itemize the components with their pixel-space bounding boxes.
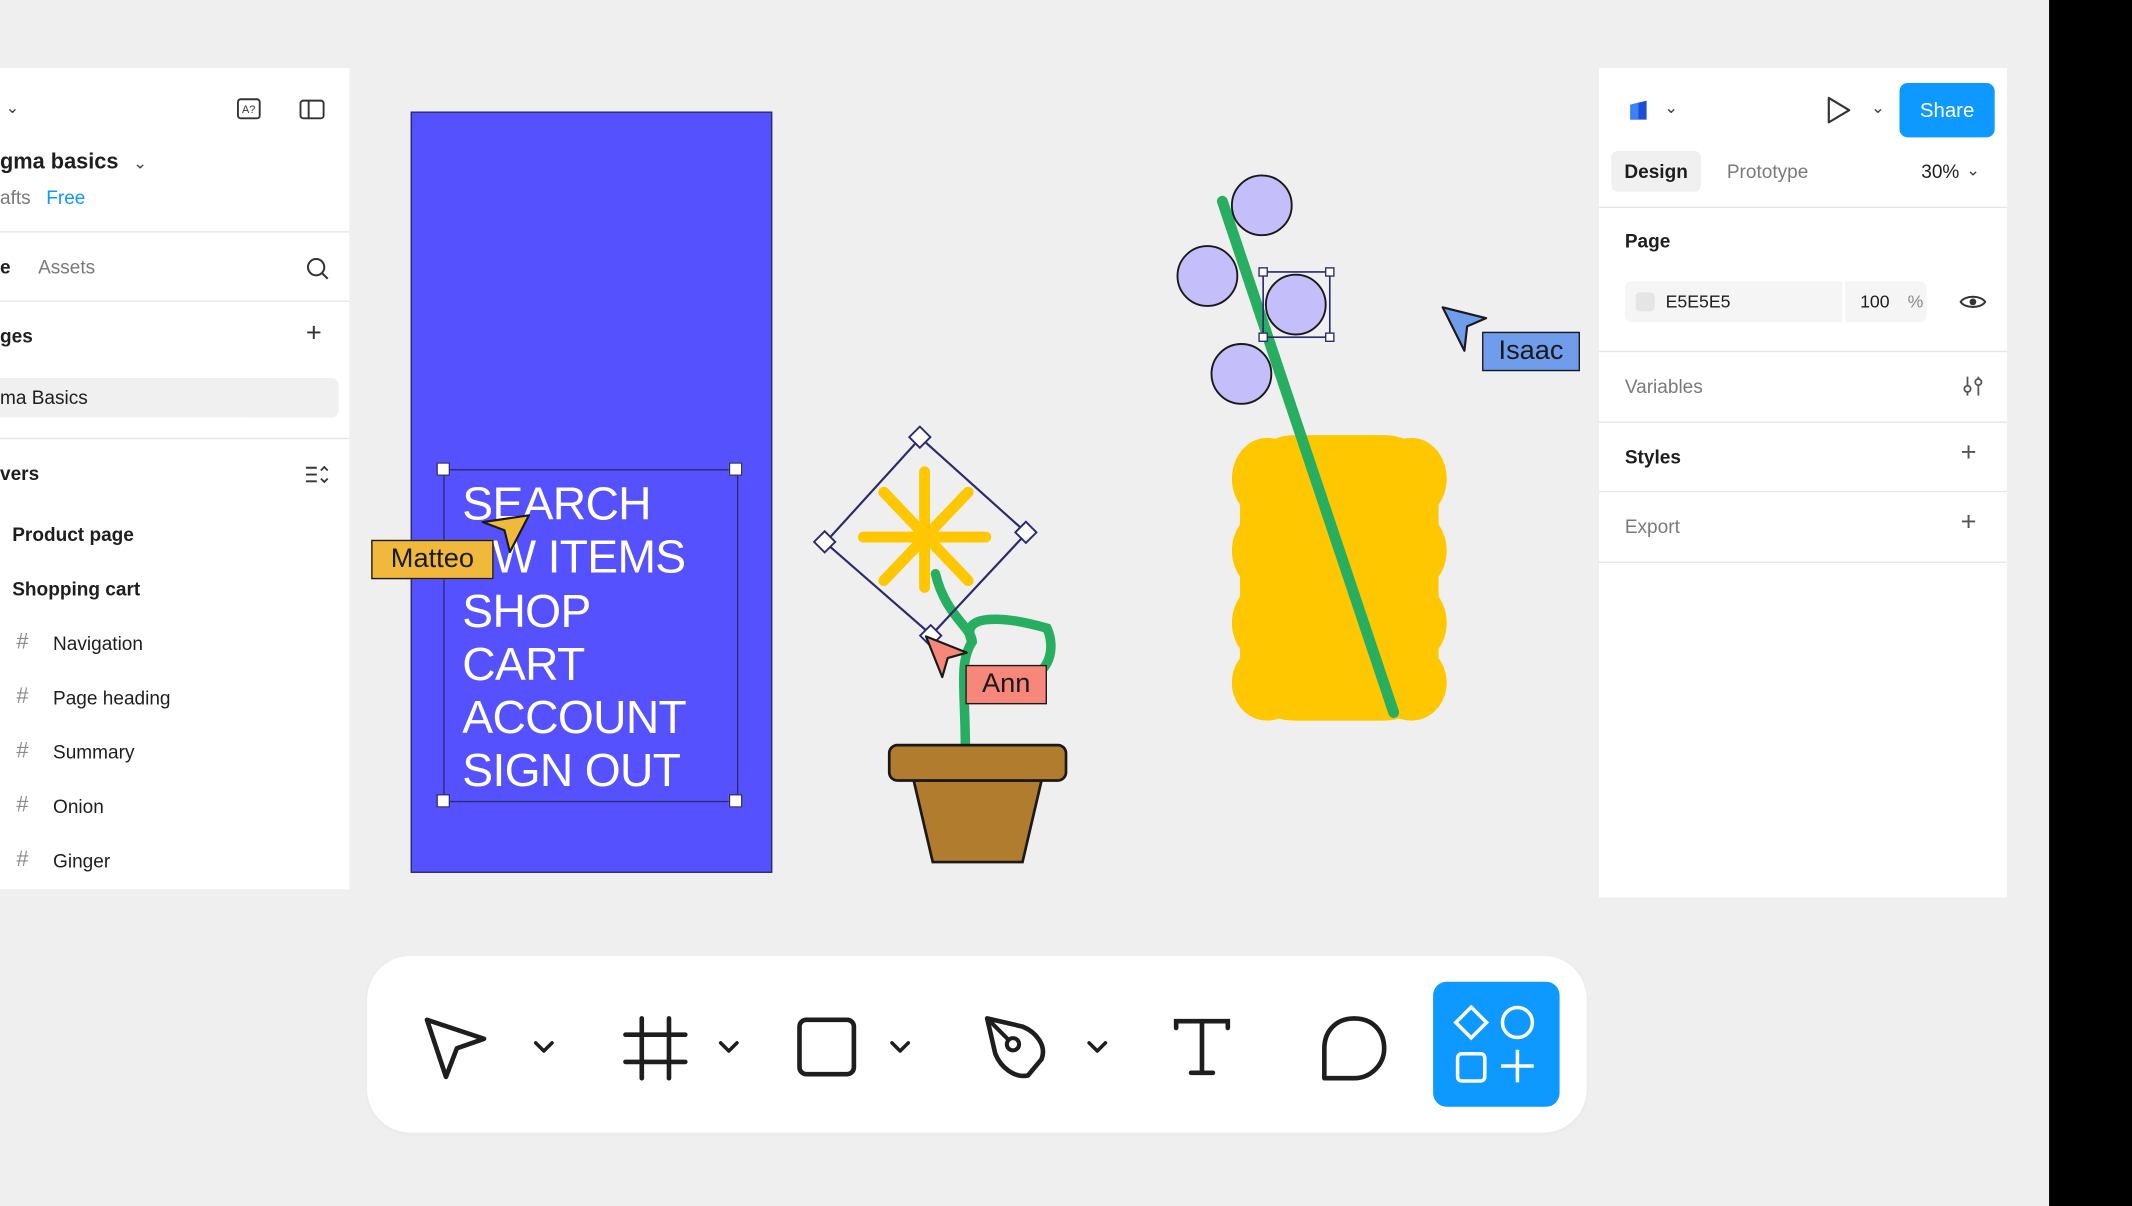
vase-illustration[interactable]: [1165, 163, 1532, 734]
file-name-chevron-icon[interactable]: ⌄: [133, 154, 147, 173]
comment-tool-icon[interactable]: [1319, 1013, 1390, 1084]
menu-line: SHOP: [462, 585, 591, 638]
add-style-icon[interactable]: +: [1961, 438, 1977, 469]
cursor-label-matteo: Matteo: [371, 539, 494, 580]
svg-text:A?: A?: [242, 104, 255, 116]
pen-tool-chevron-icon[interactable]: [1086, 1039, 1108, 1055]
frame-icon: #: [16, 739, 29, 763]
variables-section-title[interactable]: Variables: [1625, 375, 1703, 397]
layer-item[interactable]: Product page: [0, 507, 349, 561]
screen-edge: [2049, 0, 2132, 1206]
percent-unit: %: [1907, 290, 1924, 312]
layer-label: Product page: [12, 523, 134, 546]
pen-tool-icon[interactable]: [982, 1013, 1053, 1084]
collapse-layers-icon[interactable]: [302, 461, 332, 488]
page-color-value[interactable]: E5E5E5: [1666, 291, 1731, 311]
divider: [0, 437, 350, 440]
layer-item[interactable]: # Ginger: [0, 833, 349, 887]
layers-panel: ⌄ A? gma basics ⌄ afts Free e Assets ges…: [0, 67, 350, 890]
menu-line: ACCOUNT: [462, 692, 687, 745]
layer-label: Navigation: [53, 632, 143, 655]
frame-tool-chevron-icon[interactable]: [718, 1039, 740, 1055]
layer-label: Onion: [53, 795, 104, 818]
frame-icon: #: [16, 685, 29, 709]
divider: [1599, 490, 2007, 493]
drafts-label[interactable]: afts: [0, 186, 31, 208]
styles-section-title: Styles: [1624, 445, 1681, 468]
variables-settings-icon[interactable]: [1958, 373, 1988, 400]
frame-icon: #: [16, 794, 29, 818]
shape-tool-chevron-icon[interactable]: [889, 1039, 911, 1055]
page-item-selected[interactable]: ma Basics: [0, 377, 339, 418]
page-color-field[interactable]: E5E5E5 100 %: [1624, 281, 1927, 323]
add-export-icon[interactable]: +: [1961, 507, 1977, 538]
selection-handle[interactable]: [436, 462, 451, 476]
selection-handle[interactable]: [436, 794, 451, 808]
layer-item[interactable]: # Summary: [0, 725, 349, 779]
tab-file[interactable]: e: [0, 256, 11, 278]
rectangle-tool-icon[interactable]: [797, 1017, 857, 1077]
frame-icon: #: [16, 630, 29, 655]
zoom-level[interactable]: 30%: [1921, 160, 1959, 182]
field-separator: [1842, 281, 1846, 323]
export-section-title: Export: [1624, 515, 1680, 538]
plant-pot[interactable]: [887, 742, 1069, 867]
layers-header: vers: [0, 462, 40, 485]
page-opacity-value[interactable]: 100: [1860, 291, 1890, 311]
layer-label: Ginger: [53, 849, 111, 872]
cursor-label-ann: Ann: [965, 664, 1047, 705]
present-play-icon[interactable]: [1821, 92, 1856, 127]
layer-item[interactable]: # Navigation: [0, 616, 349, 670]
add-page-icon[interactable]: +: [306, 318, 322, 349]
move-tool-chevron-icon[interactable]: [533, 1039, 555, 1055]
layer-label: Summary: [53, 741, 135, 763]
divider: [1599, 206, 2007, 209]
divider: [0, 300, 350, 302]
canvas[interactable]: SEARCH EW ITEMS SHOP CART ACCOUNT SIGN O…: [349, 0, 1599, 952]
cursor-label-isaac: Isaac: [1482, 331, 1580, 372]
selection-handle[interactable]: [728, 462, 743, 476]
layer-item[interactable]: # Page heading: [0, 670, 349, 724]
actions-tool-button[interactable]: [1433, 981, 1560, 1107]
layer-label: Page heading: [53, 686, 171, 709]
share-button[interactable]: Share: [1899, 82, 1995, 138]
visibility-eye-icon[interactable]: [1957, 288, 1990, 315]
page-item-label: ma Basics: [0, 386, 88, 408]
bottom-toolbar: [367, 955, 1587, 1133]
selection-handle[interactable]: [728, 794, 743, 808]
menu-line: SIGN OUT: [462, 745, 681, 798]
divider: [1599, 561, 2007, 563]
ui3-ai-icon[interactable]: A?: [234, 95, 264, 122]
tab-design[interactable]: Design: [1611, 150, 1701, 192]
text-tool-icon[interactable]: [1172, 1017, 1232, 1077]
frame-tool-icon[interactable]: [623, 1016, 688, 1081]
divider: [0, 231, 350, 233]
page-section-title: Page: [1624, 229, 1671, 252]
tab-assets[interactable]: Assets: [38, 256, 95, 278]
divider: [1599, 421, 2007, 423]
plan-badge: Free: [46, 186, 86, 209]
layer-item[interactable]: Shopping cart: [0, 562, 349, 616]
file-name[interactable]: gma basics: [0, 151, 119, 175]
move-tool-icon[interactable]: [422, 1014, 493, 1085]
assets-shapes-icon: [1453, 1004, 1535, 1083]
main-menu-chevron-icon[interactable]: ⌄: [5, 98, 19, 117]
present-chevron-icon[interactable]: ⌄: [1871, 98, 1885, 117]
menu-line: CART: [462, 638, 585, 691]
frame-icon: #: [16, 848, 29, 872]
color-swatch[interactable]: [1635, 292, 1655, 312]
toggle-sidebar-icon[interactable]: [295, 95, 328, 122]
figma-logo-icon[interactable]: [1623, 95, 1653, 125]
layer-item[interactable]: # Onion: [0, 779, 349, 833]
zoom-chevron-icon[interactable]: ⌄: [1966, 160, 1980, 179]
pages-header: ges: [0, 324, 33, 347]
layer-label: Shopping cart: [12, 577, 141, 600]
tab-prototype[interactable]: Prototype: [1713, 151, 1822, 192]
design-panel: ⌄ ⌄ Share Design Prototype 30% ⌄ Page E5…: [1599, 67, 2007, 898]
divider: [1599, 350, 2007, 353]
logo-chevron-icon[interactable]: ⌄: [1664, 98, 1678, 117]
search-icon[interactable]: [302, 253, 332, 283]
